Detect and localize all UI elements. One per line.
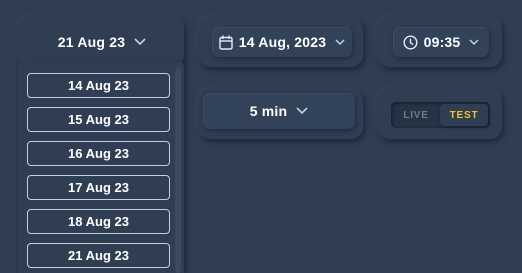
date-option[interactable]: 17 Aug 23	[27, 175, 170, 200]
calendar-icon	[219, 35, 233, 50]
chevron-down-icon	[469, 38, 479, 46]
interval-select-card: 5 min	[199, 89, 363, 139]
chevron-down-icon	[335, 38, 345, 46]
date-option[interactable]: 21 Aug 23	[27, 243, 170, 268]
time-picker-card: 09:35	[378, 17, 502, 67]
date-picker-value: 14 Aug, 2023	[238, 34, 327, 50]
chevron-down-icon	[134, 38, 146, 46]
time-picker[interactable]: 09:35	[393, 27, 489, 57]
date-option[interactable]: 16 Aug 23	[27, 141, 170, 166]
date-select-value: 21 Aug 23	[57, 34, 126, 50]
toggle-test[interactable]: TEST	[440, 104, 488, 126]
date-picker-card: 14 Aug, 2023	[199, 17, 363, 67]
time-picker-value: 09:35	[423, 34, 461, 50]
interval-select[interactable]: 5 min	[203, 93, 355, 129]
toggle-live[interactable]: LIVE	[393, 104, 439, 126]
date-picker[interactable]: 14 Aug, 2023	[212, 27, 352, 57]
mode-toggle[interactable]: LIVE TEST	[391, 102, 490, 128]
date-option[interactable]: 18 Aug 23	[27, 209, 170, 234]
date-select-card: 21 Aug 23	[18, 17, 184, 67]
clock-icon	[403, 34, 418, 50]
date-option[interactable]: 15 Aug 23	[27, 107, 170, 132]
date-select[interactable]: 21 Aug 23	[32, 27, 172, 57]
interval-select-value: 5 min	[249, 103, 288, 119]
date-option[interactable]: 14 Aug 23	[27, 73, 170, 98]
chevron-down-icon	[296, 107, 308, 115]
scrollbar[interactable]	[175, 68, 181, 273]
